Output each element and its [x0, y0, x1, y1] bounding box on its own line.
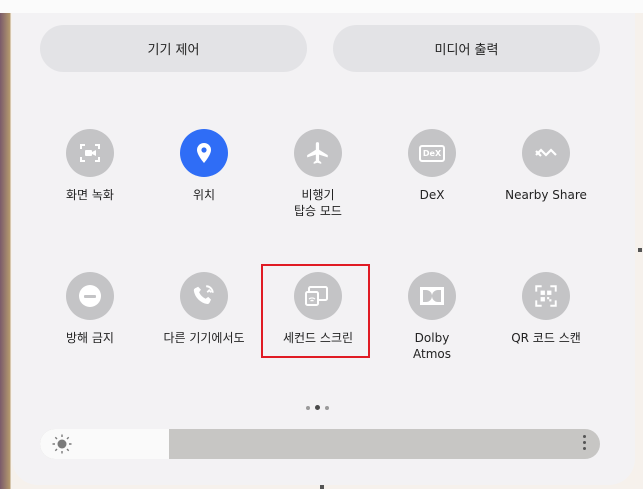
highlight-box — [261, 264, 370, 358]
tile-airplane-mode[interactable]: 비행기 탑승 모드 — [261, 129, 375, 219]
page-indicator[interactable] — [306, 405, 329, 410]
dex-icon-text: DeX — [419, 144, 445, 162]
device-control-label: 기기 제어 — [147, 43, 200, 58]
tile-label: 다른 기기에서도 — [163, 331, 245, 345]
tile-screen-record[interactable]: 화면 녹화 — [33, 129, 147, 203]
device-control-button[interactable]: 기기 제어 — [40, 25, 307, 72]
do-not-disturb-icon — [66, 272, 114, 320]
media-output-label: 미디어 출력 — [434, 43, 499, 58]
tile-qr-scan[interactable]: QR 코드 스캔 — [489, 272, 603, 346]
tile-label: DeX — [419, 188, 445, 202]
page-dot-active — [315, 405, 320, 410]
dex-icon: DeX — [408, 129, 456, 177]
media-output-button[interactable]: 미디어 출력 — [333, 25, 600, 72]
edge-marker — [320, 485, 324, 489]
tile-label: 위치 — [192, 188, 216, 202]
tile-label: 방해 금지 — [66, 331, 114, 345]
tile-nearby-share[interactable]: Nearby Share — [489, 129, 603, 203]
tile-label: Nearby Share — [505, 188, 587, 202]
tile-do-not-disturb[interactable]: 방해 금지 — [33, 272, 147, 346]
tile-label: 비행기 탑승 모드 — [294, 188, 342, 218]
sun-icon — [52, 434, 72, 454]
location-icon — [180, 129, 228, 177]
dolby-atmos-icon — [408, 272, 456, 320]
window-top-bar — [0, 0, 643, 13]
airplane-icon — [294, 129, 342, 177]
edge-marker — [638, 248, 642, 252]
nearby-share-icon — [522, 129, 570, 177]
screen-record-icon — [66, 129, 114, 177]
qr-scan-icon — [522, 272, 570, 320]
quick-settings-panel: 기기 제어 미디어 출력 화면 녹화 위치 비행기 탑승 모드 DeX DeX … — [12, 13, 635, 485]
tile-label: 화면 녹화 — [66, 188, 114, 202]
brightness-slider[interactable] — [40, 429, 600, 459]
tile-dex[interactable]: DeX DeX — [375, 129, 489, 203]
tile-label: QR 코드 스캔 — [511, 331, 581, 345]
tile-location[interactable]: 위치 — [147, 129, 261, 203]
tile-label: Dolby Atmos — [413, 331, 451, 361]
page-dot — [325, 405, 329, 410]
tile-dolby-atmos[interactable]: Dolby Atmos — [375, 272, 489, 362]
tile-call-other-devices[interactable]: 다른 기기에서도 — [147, 272, 261, 346]
more-options-icon[interactable] — [583, 435, 586, 450]
page-dot — [306, 405, 310, 410]
call-other-devices-icon — [180, 272, 228, 320]
